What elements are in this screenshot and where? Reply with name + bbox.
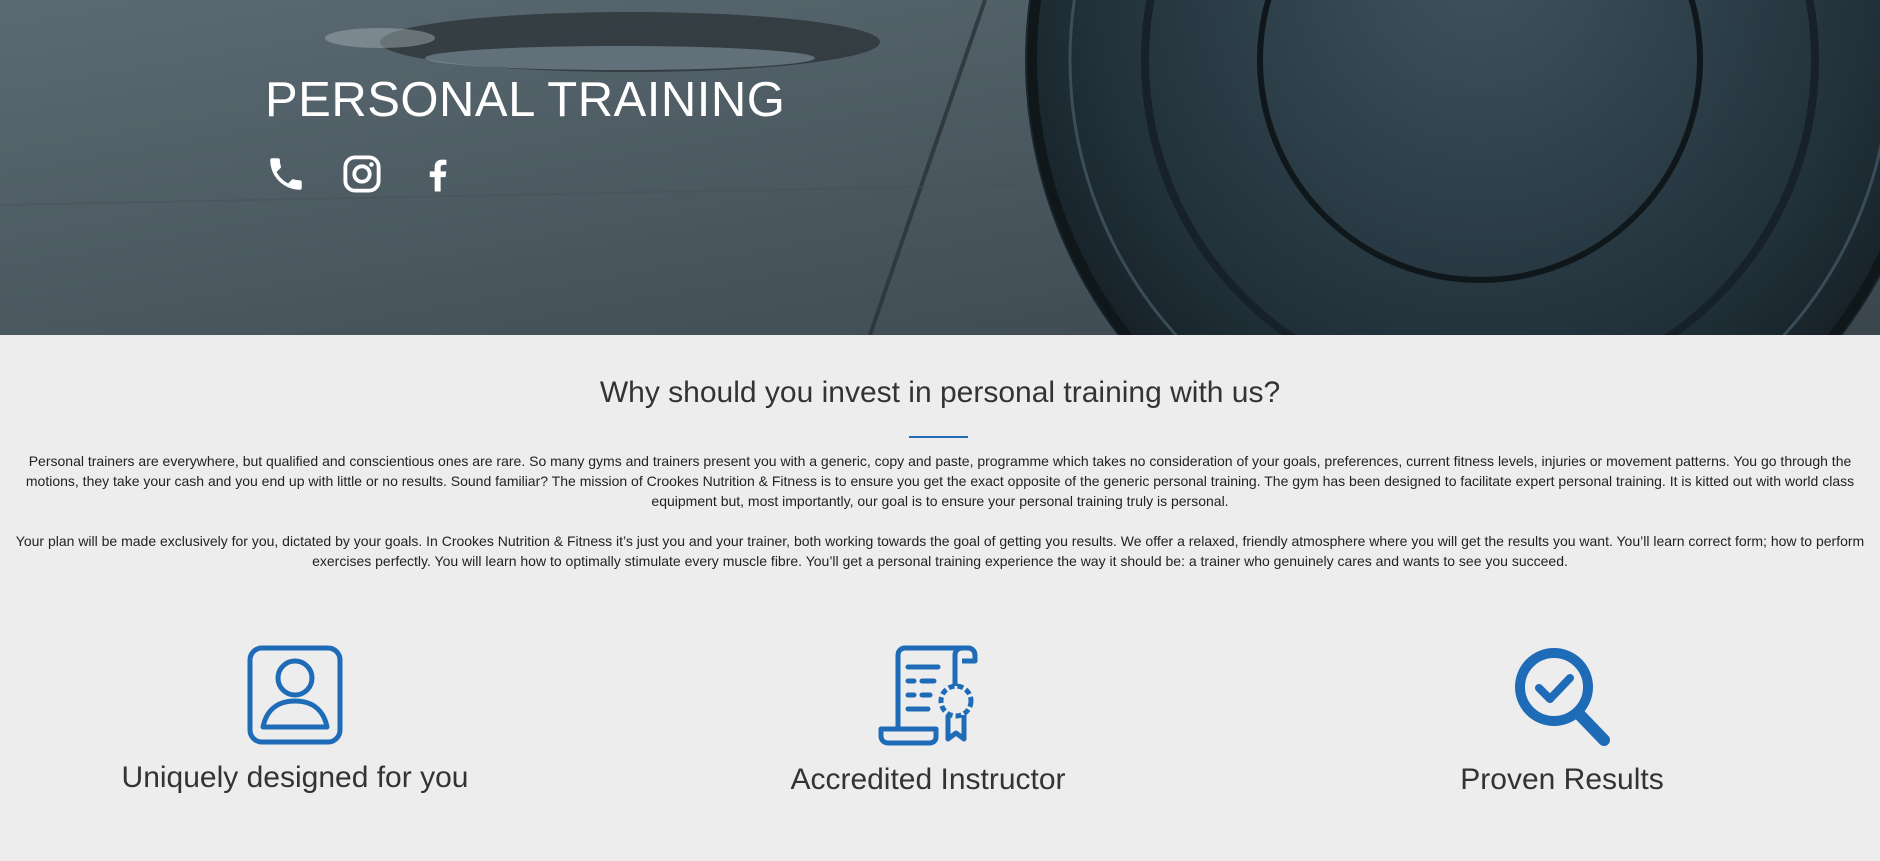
feature-label: Accredited Instructor (790, 763, 1066, 796)
feature-accredited: Accredited Instructor (678, 645, 1178, 797)
section-heading: Why should you invest in personal traini… (599, 376, 1281, 409)
feature-label: Proven Results (1460, 763, 1664, 796)
page-title: PERSONAL TRAINING (265, 73, 786, 127)
feature-unique-design: Uniquely designed for you (45, 645, 545, 795)
feature-label: Uniquely designed for you (121, 761, 469, 794)
phone-icon[interactable] (265, 152, 307, 196)
instagram-icon[interactable] (341, 152, 383, 196)
intro-paragraph-1: Personal trainers are everywhere, but qu… (25, 453, 1855, 509)
social-links (265, 152, 459, 196)
intro-paragraph-2: Your plan will be made exclusively for y… (15, 533, 1865, 569)
heading-divider (909, 436, 968, 438)
feature-proven-results: Proven Results (1312, 645, 1812, 797)
user-profile-icon (247, 645, 343, 745)
certificate-icon (878, 645, 978, 746)
facebook-icon[interactable] (417, 152, 459, 196)
magnifier-check-icon (1515, 648, 1610, 746)
hero-banner: PERSONAL TRAINING (0, 0, 1880, 335)
